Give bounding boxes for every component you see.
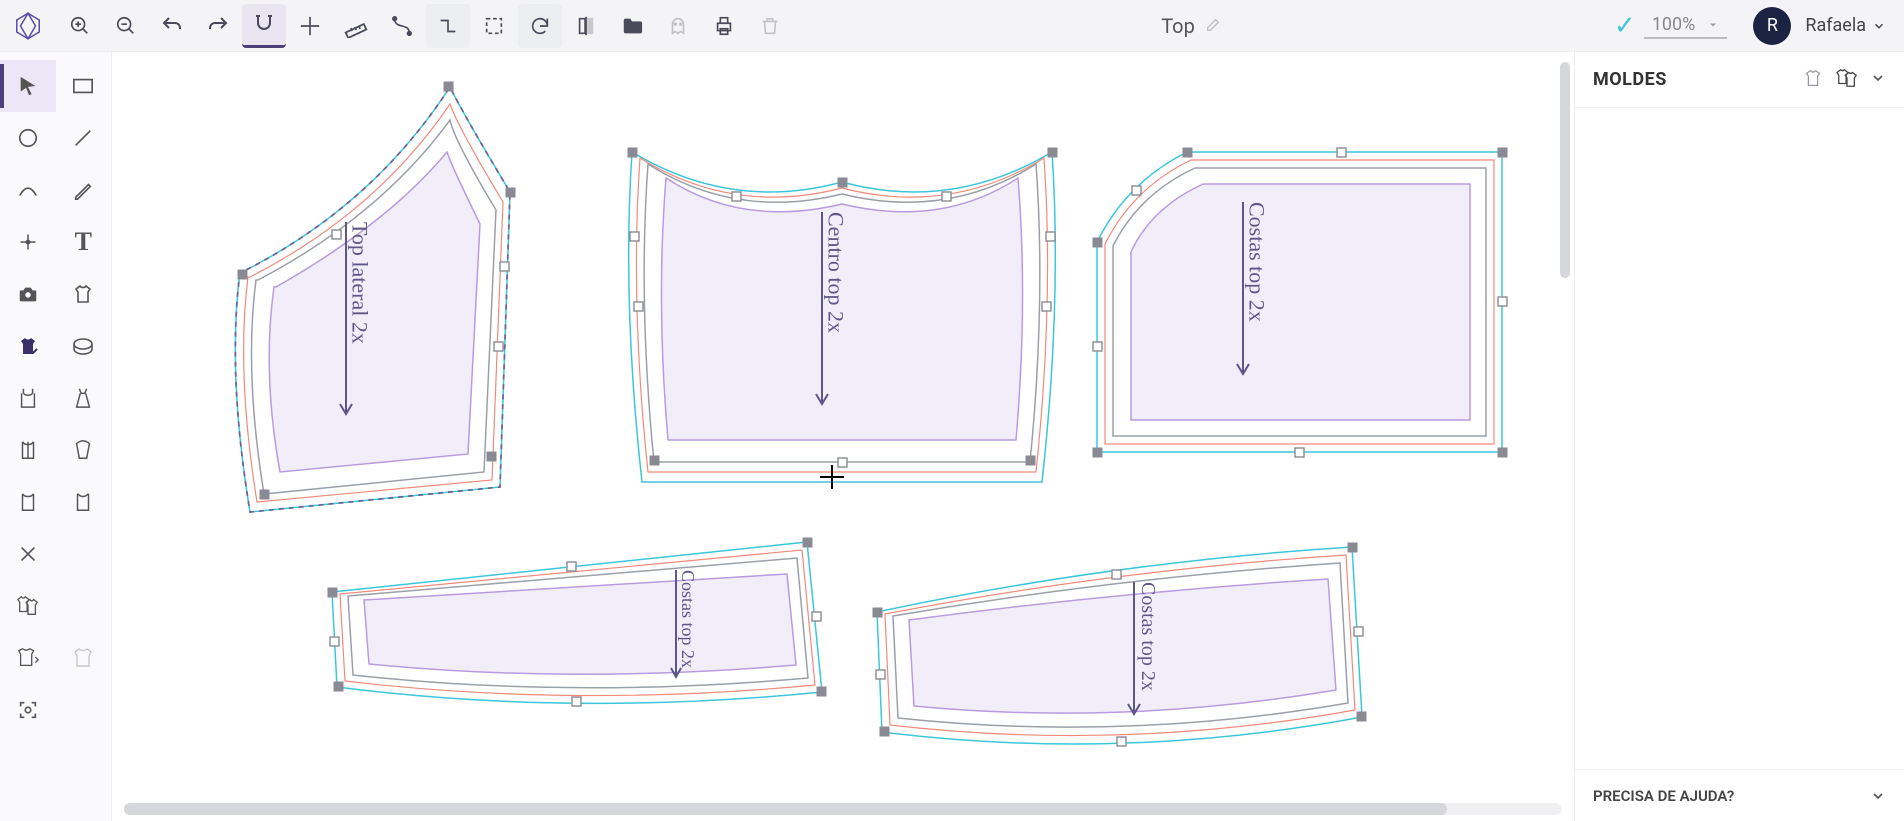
horizontal-scrollbar[interactable] [124, 803, 1562, 815]
bodice-tool-2[interactable] [0, 476, 56, 528]
undo-button[interactable] [150, 4, 194, 48]
circle-tool[interactable] [0, 112, 56, 164]
canvas[interactable]: Top lateral 2x [112, 52, 1574, 821]
left-toolbox: T [0, 52, 112, 821]
piece-label: Costas top 2x [1137, 582, 1159, 691]
panel-body [1575, 108, 1904, 769]
zoom-out-button[interactable] [104, 4, 148, 48]
chevron-down-icon [1872, 19, 1886, 33]
piece-costas-top-1[interactable]: Costas top 2x [1093, 148, 1507, 457]
document-title[interactable]: Top [1161, 14, 1221, 38]
snap-button[interactable] [242, 4, 286, 48]
zoom-dropdown[interactable]: 100% [1644, 12, 1728, 39]
empty-cell-3 [56, 684, 112, 736]
document-title-text: Top [1161, 14, 1195, 38]
zoom-in-button[interactable] [58, 4, 102, 48]
sleeve-tool[interactable] [56, 424, 112, 476]
redo-button[interactable] [196, 4, 240, 48]
folder-button[interactable] [610, 4, 654, 48]
delete-button [748, 4, 792, 48]
text-tool[interactable]: T [56, 216, 112, 268]
piece-costas-top-3[interactable]: Costas top 2x [873, 543, 1366, 746]
scan-tool[interactable] [0, 684, 56, 736]
piece-label: Costas top 2x [678, 570, 698, 668]
marquee-button[interactable] [472, 4, 516, 48]
piece-top-lateral[interactable]: Top lateral 2x [235, 82, 515, 512]
vertical-scrollbar[interactable] [1560, 62, 1570, 662]
camera-tool[interactable] [0, 268, 56, 320]
shirt-check-tool[interactable] [0, 320, 56, 372]
tank-tool[interactable] [0, 372, 56, 424]
piece-label: Costas top 2x [1245, 202, 1270, 322]
piece-costas-top-2[interactable]: Costas top 2x [328, 538, 826, 706]
point-tool[interactable] [0, 216, 56, 268]
avatar-initial: R [1767, 15, 1778, 36]
crosshair-button[interactable] [288, 4, 332, 48]
cursor-crosshair [820, 465, 844, 489]
app-logo[interactable] [12, 10, 44, 42]
path-segment-button[interactable] [426, 4, 470, 48]
zoom-control: ✓ 100% [1614, 11, 1727, 41]
panel-header: MOLDES [1575, 52, 1904, 108]
single-piece-icon[interactable] [1802, 67, 1824, 93]
user-avatar[interactable]: R [1753, 7, 1791, 45]
dress-tool[interactable] [56, 372, 112, 424]
help-bar[interactable]: PRECISA DE AJUDA? [1575, 769, 1904, 821]
piece-label: Top lateral 2x [348, 222, 373, 344]
piece-label: Centro top 2x [824, 212, 849, 333]
path-curve-button[interactable] [380, 4, 424, 48]
zoom-value: 100% [1652, 14, 1696, 35]
edit-title-icon[interactable] [1205, 14, 1221, 38]
scrollbar-thumb[interactable] [1560, 62, 1570, 278]
multi-piece-tool[interactable] [0, 580, 56, 632]
empty-cell-2 [56, 580, 112, 632]
rectangle-tool[interactable] [56, 60, 112, 112]
sync-ok-icon: ✓ [1614, 11, 1636, 41]
help-label: PRECISA DE AJUDA? [1593, 787, 1734, 805]
ruler-button[interactable] [334, 4, 378, 48]
shirt-outline-tool[interactable] [56, 268, 112, 320]
bodice-tool[interactable] [0, 424, 56, 476]
refresh-button[interactable] [518, 4, 562, 48]
print-button[interactable] [702, 4, 746, 48]
tape-measure-tool[interactable] [56, 320, 112, 372]
top-toolbar: Top ✓ 100% R Rafaela [0, 0, 1904, 52]
ghost-button [656, 4, 700, 48]
right-panel: MOLDES PRECISA DE AJUDA? [1574, 52, 1904, 821]
chevron-down-icon[interactable] [1870, 70, 1886, 90]
piece-centro-top[interactable]: Centro top 2x [628, 148, 1057, 482]
multi-piece-icon[interactable] [1834, 67, 1860, 93]
line-tool[interactable] [56, 112, 112, 164]
curve-tool[interactable] [0, 164, 56, 216]
pattern-piece-tool[interactable] [0, 632, 56, 684]
pencil-tool[interactable] [56, 164, 112, 216]
user-name-label: Rafaela [1805, 15, 1866, 36]
select-tool[interactable] [0, 60, 56, 112]
panel-title: MOLDES [1593, 69, 1667, 90]
chevron-down-icon [1870, 788, 1886, 804]
close-row-tool[interactable] [0, 528, 56, 580]
bodice-tool-3[interactable] [56, 476, 112, 528]
disabled-piece-tool [56, 632, 112, 684]
user-menu[interactable]: Rafaela [1793, 15, 1892, 36]
chevron-down-icon [1707, 19, 1719, 31]
mirror-button[interactable] [564, 4, 608, 48]
empty-cell [56, 528, 112, 580]
scrollbar-thumb[interactable] [124, 803, 1447, 815]
